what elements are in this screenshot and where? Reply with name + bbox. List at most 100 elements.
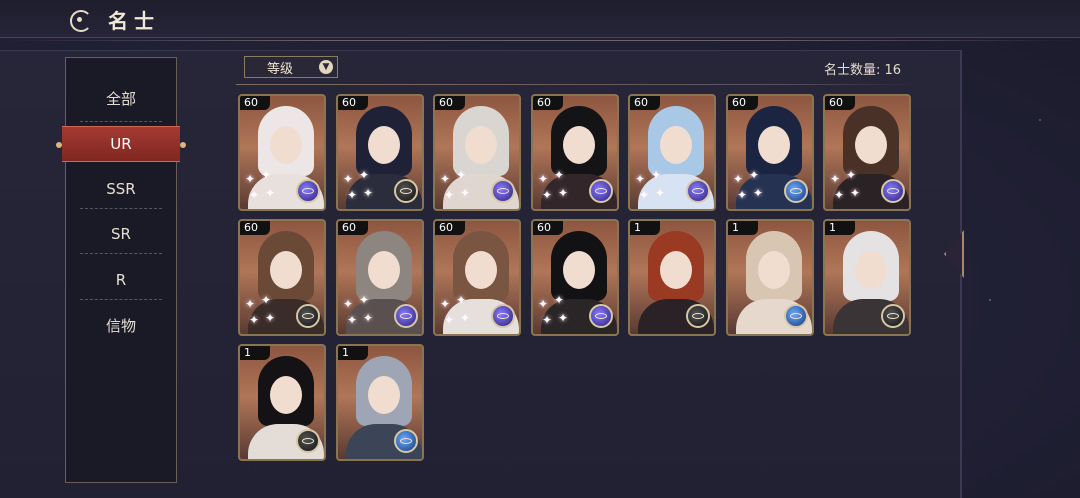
- character-portrait-face: [465, 251, 497, 289]
- character-card[interactable]: 60 ✦ ✦ ✦ ✦: [726, 94, 814, 211]
- element-orb-icon: [394, 429, 418, 453]
- character-grid: 60 ✦ ✦ ✦ ✦ 60 ✦ ✦ ✦ ✦ 60 ✦ ✦ ✦ ✦ 60 ✦ ✦ ✦ ✦ 60 ✦ ✦ ✦ ✦ 60 ✦ ✦ ✦ ✦ 60 ✦ ✦…: [238, 94, 918, 464]
- eye-emblem-icon: [790, 313, 802, 319]
- character-portrait-face: [563, 251, 595, 289]
- sidebar-item-ssr[interactable]: SSR: [66, 171, 176, 207]
- character-portrait-face: [368, 376, 400, 414]
- level-badge: 60: [533, 221, 563, 235]
- title-bar: 名士: [0, 0, 1080, 41]
- eye-emblem-icon: [400, 313, 412, 319]
- sidebar-divider: [80, 253, 162, 254]
- sidebar-item-tokens[interactable]: 信物: [66, 307, 176, 343]
- sparkle-icon: ✦: [538, 297, 549, 311]
- level-badge: 60: [825, 96, 855, 110]
- level-badge: 60: [338, 96, 368, 110]
- level-badge: 60: [435, 221, 465, 235]
- character-portrait-face: [758, 251, 790, 289]
- level-badge: 1: [728, 221, 758, 235]
- sparkle-icon: ✦: [733, 172, 744, 186]
- character-portrait-face: [270, 376, 302, 414]
- level-badge: 60: [435, 96, 465, 110]
- sparkle-icon: ✦: [245, 297, 256, 311]
- character-portrait-face: [368, 126, 400, 164]
- element-orb-icon: [296, 304, 320, 328]
- eye-emblem-icon: [400, 188, 412, 194]
- element-orb-icon: [784, 304, 808, 328]
- sidebar-divider: [80, 121, 162, 122]
- sidebar-item-sr[interactable]: SR: [66, 216, 176, 252]
- sidebar-item-r[interactable]: R: [66, 262, 176, 298]
- eye-emblem-icon: [595, 188, 607, 194]
- right-backdrop: [962, 50, 1080, 498]
- character-card[interactable]: 60 ✦ ✦ ✦ ✦: [531, 219, 619, 336]
- sparkle-icon: ✦: [343, 172, 354, 186]
- page-title: 名士: [108, 9, 160, 33]
- character-card[interactable]: 60 ✦ ✦ ✦ ✦: [433, 219, 521, 336]
- character-card[interactable]: 60 ✦ ✦ ✦ ✦: [336, 219, 424, 336]
- character-card[interactable]: 1: [726, 219, 814, 336]
- sparkle-icon: ✦: [635, 172, 646, 186]
- character-card[interactable]: 1: [628, 219, 716, 336]
- character-card[interactable]: 1: [823, 219, 911, 336]
- level-badge: 60: [533, 96, 563, 110]
- cloud-swirl-icon: [66, 7, 98, 33]
- level-badge: 60: [728, 96, 758, 110]
- sort-label: 等级: [267, 61, 294, 77]
- element-orb-icon: [491, 179, 515, 203]
- level-badge: 60: [240, 96, 270, 110]
- level-badge: 1: [240, 346, 270, 360]
- element-orb-icon: [296, 179, 320, 203]
- sidebar-item-ur[interactable]: UR: [56, 126, 186, 162]
- character-portrait-face: [660, 251, 692, 289]
- eye-emblem-icon: [692, 313, 704, 319]
- character-portrait-face: [660, 126, 692, 164]
- sparkle-icon: ✦: [830, 172, 841, 186]
- eye-emblem-icon: [400, 438, 412, 444]
- eye-emblem-icon: [497, 188, 509, 194]
- chevron-down-icon: ▼: [319, 60, 333, 74]
- eye-emblem-icon: [595, 313, 607, 319]
- character-portrait-face: [368, 251, 400, 289]
- level-badge: 60: [630, 96, 660, 110]
- eye-emblem-icon: [692, 188, 704, 194]
- sparkle-icon: ✦: [343, 297, 354, 311]
- element-orb-icon: [784, 179, 808, 203]
- sparkle-icon: ✦: [440, 172, 451, 186]
- character-card[interactable]: 60 ✦ ✦ ✦ ✦: [238, 94, 326, 211]
- character-card[interactable]: 60 ✦ ✦ ✦ ✦: [336, 94, 424, 211]
- eye-emblem-icon: [302, 438, 314, 444]
- character-portrait-face: [465, 126, 497, 164]
- sparkle-icon: ✦: [245, 172, 256, 186]
- element-orb-icon: [881, 179, 905, 203]
- eye-emblem-icon: [497, 313, 509, 319]
- character-card[interactable]: 1: [238, 344, 326, 461]
- sort-dropdown[interactable]: 等级 ▼: [244, 56, 338, 78]
- character-portrait-face: [855, 126, 887, 164]
- level-badge: 60: [240, 221, 270, 235]
- character-card[interactable]: 1: [336, 344, 424, 461]
- character-count: 名士数量: 16: [824, 63, 902, 78]
- eye-emblem-icon: [302, 188, 314, 194]
- element-orb-icon: [589, 304, 613, 328]
- character-card[interactable]: 60 ✦ ✦ ✦ ✦: [823, 94, 911, 211]
- element-orb-icon: [686, 179, 710, 203]
- character-portrait-face: [855, 251, 887, 289]
- eye-emblem-icon: [790, 188, 802, 194]
- eye-emblem-icon: [302, 313, 314, 319]
- character-card[interactable]: 60 ✦ ✦ ✦ ✦: [433, 94, 521, 211]
- sidebar-divider: [80, 299, 162, 300]
- element-orb-icon: [589, 179, 613, 203]
- level-badge: 1: [630, 221, 660, 235]
- page-title-group: 名士: [66, 5, 160, 34]
- character-card[interactable]: 60 ✦ ✦ ✦ ✦: [628, 94, 716, 211]
- sidebar-item-all[interactable]: 全部: [66, 80, 176, 116]
- sparkle-icon: ✦: [538, 172, 549, 186]
- element-orb-icon: [881, 304, 905, 328]
- character-card[interactable]: 60 ✦ ✦ ✦ ✦: [238, 219, 326, 336]
- character-card[interactable]: 60 ✦ ✦ ✦ ✦: [531, 94, 619, 211]
- level-badge: 60: [338, 221, 368, 235]
- element-orb-icon: [394, 179, 418, 203]
- rarity-sidebar: 全部 UR SSR SR R 信物: [56, 57, 186, 483]
- sparkle-icon: ✦: [440, 297, 451, 311]
- collapse-arrow-button[interactable]: [940, 222, 966, 282]
